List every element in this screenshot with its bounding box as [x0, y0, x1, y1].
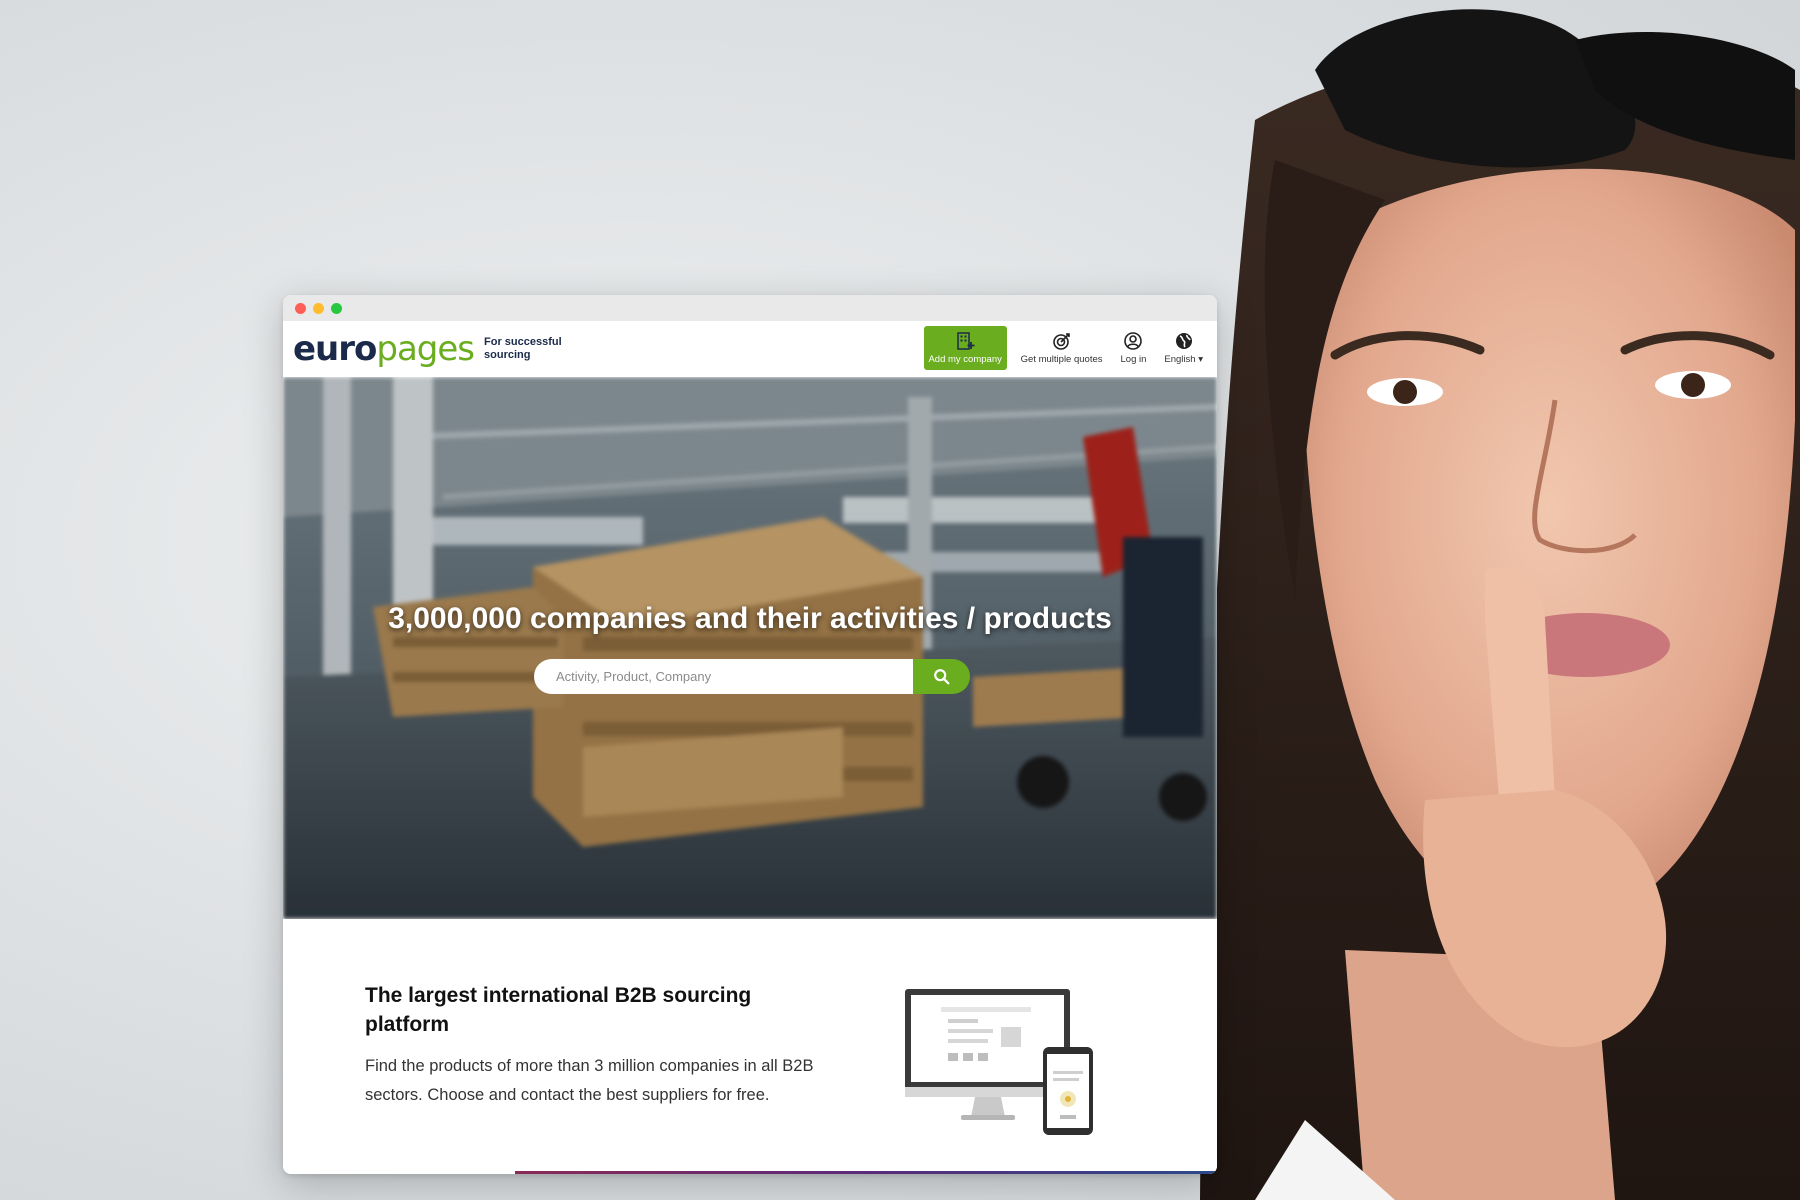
- intro-section: The largest international B2B sourcing p…: [283, 919, 1217, 1174]
- add-company-button[interactable]: Add my company: [923, 326, 1007, 370]
- search-icon: [933, 668, 949, 684]
- language-label: English ▾: [1164, 354, 1203, 365]
- get-quotes-button[interactable]: Get multiple quotes: [1017, 326, 1107, 370]
- building-plus-icon: [957, 332, 975, 350]
- search-button[interactable]: [913, 659, 970, 694]
- devices-illustration: [905, 989, 1093, 1135]
- add-company-label: Add my company: [928, 354, 1002, 365]
- top-nav: Add my company Get multiple quotes Log i…: [923, 326, 1207, 370]
- intro-body: Find the products of more than 3 million…: [365, 1057, 814, 1104]
- search-bar: [534, 659, 970, 694]
- browser-window: europages For successful sourcing Add my…: [283, 295, 1217, 1174]
- language-selector[interactable]: English ▾: [1160, 326, 1207, 370]
- close-window-button[interactable]: [295, 302, 306, 314]
- logo-tagline: For successful sourcing: [484, 336, 562, 361]
- maximize-window-button[interactable]: [331, 302, 342, 314]
- minimize-window-button[interactable]: [313, 302, 324, 314]
- hero-section: 3,000,000 companies and their activities…: [283, 377, 1217, 919]
- user-circle-icon: [1124, 332, 1143, 350]
- logo-euro: euro: [293, 329, 377, 369]
- europages-logo[interactable]: europages For successful sourcing: [293, 332, 574, 366]
- browser-titlebar: [283, 295, 1217, 321]
- chevron-down-icon: ▾: [1198, 354, 1203, 365]
- section-divider: [515, 1171, 1217, 1174]
- search-input[interactable]: [534, 659, 913, 694]
- login-label: Log in: [1120, 354, 1147, 365]
- site-header: europages For successful sourcing Add my…: [283, 321, 1217, 377]
- warehouse-hero-image: [283, 377, 1217, 919]
- hero-title: 3,000,000 companies and their activities…: [388, 602, 1112, 635]
- language-value: English: [1164, 354, 1196, 365]
- globe-icon: [1175, 333, 1192, 349]
- get-quotes-label: Get multiple quotes: [1020, 354, 1103, 365]
- woman-photo: [1195, 0, 1800, 1200]
- logo-wordmark: europages: [293, 329, 475, 369]
- logo-pages: pages: [376, 329, 475, 369]
- login-button[interactable]: Log in: [1117, 326, 1151, 370]
- target-icon: [1052, 333, 1070, 350]
- intro-heading: The largest international B2B sourcing p…: [365, 984, 752, 1036]
- intro-text: The largest international B2B sourcing p…: [365, 981, 835, 1110]
